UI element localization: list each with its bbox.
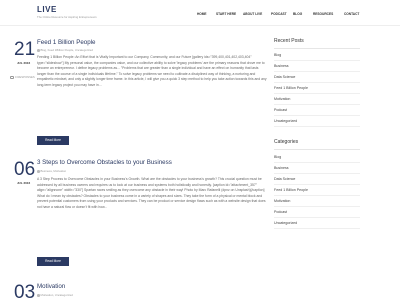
post-comments[interactable]: 0 RESPONSES <box>10 75 35 79</box>
sidebar-link[interactable]: Feed 1 Billion People <box>274 185 360 196</box>
read-more-button[interactable]: Read More <box>37 257 69 266</box>
sidebar-link[interactable]: Business <box>274 163 360 174</box>
post-title[interactable]: Motivation <box>37 283 65 290</box>
post-excerpt: A 3 Step Process to Overcome Obstacles i… <box>37 177 266 209</box>
post-meta: Motivation, Uncategorized <box>37 293 73 297</box>
post-excerpt: Feeding 1 Billion People: An Effort that… <box>37 55 267 87</box>
sidebar-link[interactable]: Uncategorized <box>274 218 360 229</box>
nav-podcast[interactable]: PODCAST <box>271 12 287 16</box>
nav-blog[interactable]: BLOG <box>293 12 302 16</box>
post-title[interactable]: Feed 1 Billion People <box>37 39 95 46</box>
nav-start-here[interactable]: START HERE <box>216 12 236 16</box>
post-month-year: JUL 2016 <box>17 61 31 65</box>
sidebar-link[interactable]: Motivation <box>274 94 360 105</box>
nav-about[interactable]: ABOUT LIVE <box>243 12 262 16</box>
post-title[interactable]: 3 Steps to Overcome Obstacles to your Bu… <box>37 159 172 166</box>
folder-icon <box>37 49 40 52</box>
sidebar-link[interactable]: Podcast <box>274 207 360 218</box>
site-logo[interactable]: LIVE <box>37 5 57 14</box>
post-day: 06 <box>14 159 36 180</box>
nav-resources[interactable]: RESOURCES <box>313 12 333 16</box>
sidebar-title: Categories <box>274 139 299 145</box>
sidebar-link[interactable]: Motivation <box>274 196 360 207</box>
sidebar-link[interactable]: Podcast <box>274 105 360 116</box>
divider <box>274 48 360 49</box>
sidebar-link[interactable]: Business <box>274 61 360 72</box>
comment-icon <box>10 75 14 79</box>
sidebar-link[interactable]: Data Science <box>274 72 360 83</box>
post-meta: Business, Motivation <box>37 169 66 173</box>
post-day: 21 <box>14 39 36 60</box>
sidebar-link[interactable]: Uncategorized <box>274 116 360 127</box>
nav-contact[interactable]: CONTACT <box>344 12 359 16</box>
folder-icon <box>37 170 40 173</box>
site-header: LIVE The Online Resource for Aspiring En… <box>0 0 400 26</box>
nav-home[interactable]: HOME <box>197 12 207 16</box>
divider <box>274 149 360 150</box>
sidebar-title: Recent Posts <box>274 38 304 44</box>
sidebar-link[interactable]: Feed 1 Billion People <box>274 83 360 94</box>
site-tagline: The Online Resource for Aspiring Entrepr… <box>37 15 97 19</box>
post-month-year: JUL 2016 <box>17 181 31 185</box>
read-more-button[interactable]: Read More <box>37 136 69 145</box>
folder-icon <box>37 294 40 297</box>
sidebar-link[interactable]: Data Science <box>274 174 360 185</box>
post-day: 03 <box>14 282 36 300</box>
sidebar-link[interactable]: Blog <box>274 152 360 163</box>
sidebar-link[interactable]: Blog <box>274 50 360 61</box>
post-meta: Blog, Feed 1Billion People, Uncategorize… <box>37 48 93 52</box>
